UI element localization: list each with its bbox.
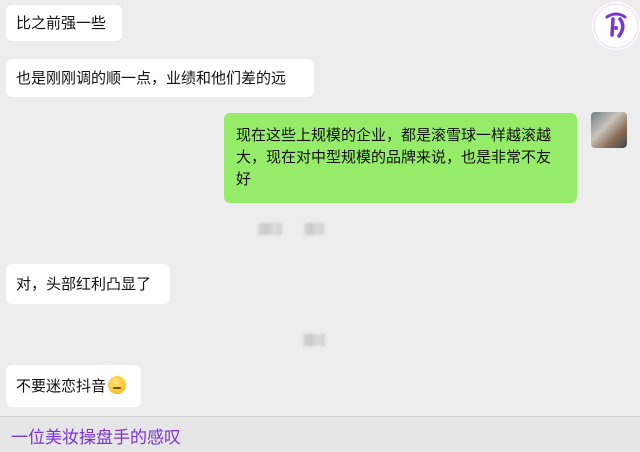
message-bubble-received[interactable]: 对，头部红利凸显了 xyxy=(6,264,170,304)
message-text: 也是刚刚调的顺一点，业绩和他们差的远 xyxy=(16,69,287,87)
blurred-timestamp xyxy=(258,223,282,235)
message-bubble-sent[interactable]: 现在这些上规模的企业，都是滚雪球一样越滚越大，现在对中型规模的品牌来说，也是非常… xyxy=(224,113,577,203)
message-bubble-received[interactable]: 不要迷恋抖音 xyxy=(6,365,141,407)
user-avatar[interactable] xyxy=(591,112,627,148)
blurred-timestamp xyxy=(304,223,324,235)
blurred-timestamp xyxy=(303,334,325,346)
message-text: 现在这些上规模的企业，都是滚雪球一样越滚越大，现在对中型规模的品牌来说，也是非常… xyxy=(236,126,552,188)
caption-bar: 一位美妆操盘手的感叹 xyxy=(0,416,640,452)
thinking-face-icon xyxy=(108,376,127,394)
message-bubble-received[interactable]: 也是刚刚调的顺一点，业绩和他们差的远 xyxy=(6,59,314,97)
message-text: 比之前强一些 xyxy=(16,14,107,32)
message-text: 不要迷恋抖音 xyxy=(16,377,107,395)
watermark-logo xyxy=(592,2,640,50)
message-text: 对，头部红利凸显了 xyxy=(16,275,152,293)
caption-text: 一位美妆操盘手的感叹 xyxy=(11,428,181,448)
message-bubble-received[interactable]: 比之前强一些 xyxy=(6,5,122,41)
